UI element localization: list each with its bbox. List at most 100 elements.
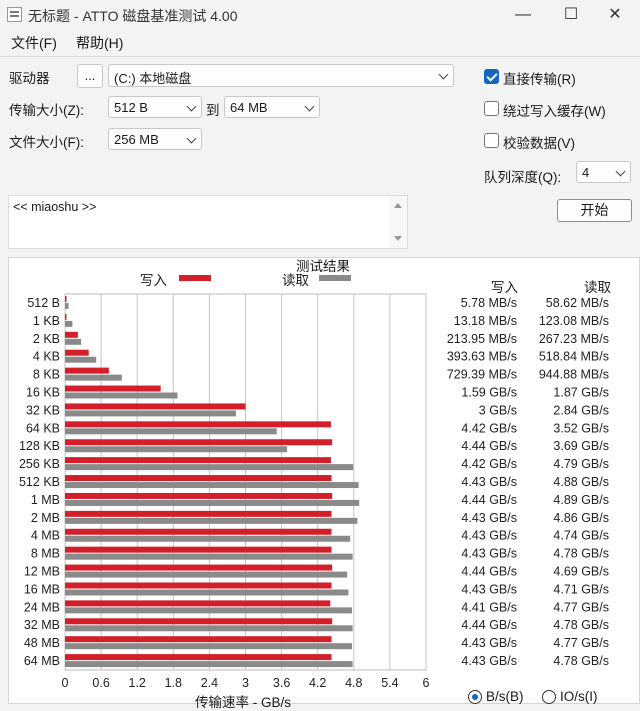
write-bar <box>65 654 332 661</box>
read-bar <box>65 589 349 596</box>
read-result-value: 1.87 GB/s <box>553 385 609 399</box>
read-result-value: 2.84 GB/s <box>553 403 609 417</box>
read-bar <box>65 446 288 453</box>
read-result-value: 3.69 GB/s <box>553 439 609 453</box>
read-result-value: 4.86 GB/s <box>553 511 609 525</box>
transfer-size-to-value: 64 MB <box>230 100 268 115</box>
bypass-cache-label: 绕过写入缓存(W) <box>503 104 606 119</box>
write-bar <box>65 296 67 302</box>
x-tick-label: 6 <box>423 676 430 690</box>
drive-label: 驱动器 <box>9 71 50 86</box>
file-size-label: 文件大小(F): <box>9 135 84 150</box>
chevron-down-icon <box>186 133 197 144</box>
file-size-select[interactable]: 256 MB <box>108 128 202 150</box>
transfer-size-from-value: 512 B <box>114 100 148 115</box>
y-tick-label: 1 MB <box>31 493 60 507</box>
write-result-value: 4.44 GB/s <box>461 493 517 507</box>
browse-button[interactable]: ... <box>77 64 103 88</box>
y-tick-label: 32 MB <box>24 618 60 632</box>
write-bar <box>65 403 246 410</box>
read-bar <box>65 320 73 327</box>
read-bar <box>65 499 360 506</box>
x-tick-label: 1.2 <box>129 676 146 690</box>
write-bar <box>65 546 332 553</box>
read-result-value: 4.69 GB/s <box>553 565 609 579</box>
verify-data-label: 校验数据(V) <box>503 136 575 151</box>
read-result-value: 4.78 GB/s <box>553 618 609 632</box>
verify-data-checkbox[interactable] <box>484 133 499 148</box>
write-bar <box>65 313 67 320</box>
drive-select-value: (C:) 本地磁盘 <box>114 71 192 86</box>
write-result-value: 1.59 GB/s <box>461 385 517 399</box>
write-result-value: 729.39 MB/s <box>447 368 517 382</box>
transfer-size-from-select[interactable]: 512 B <box>108 96 202 118</box>
menu-help[interactable]: 帮助(H) <box>76 33 123 53</box>
write-result-value: 4.43 GB/s <box>461 582 517 596</box>
scroll-up-icon[interactable] <box>394 203 402 208</box>
read-bar <box>65 625 353 632</box>
y-tick-label: 32 KB <box>26 403 60 417</box>
menu-file[interactable]: 文件(F) <box>11 33 57 53</box>
direct-io-checkbox[interactable] <box>484 69 499 84</box>
close-button[interactable]: ✕ <box>592 0 638 30</box>
legend-write-swatch <box>179 275 211 281</box>
write-result-value: 213.95 MB/s <box>447 332 517 346</box>
legend-read-label: 读取 <box>282 273 309 288</box>
read-bar <box>65 571 348 578</box>
write-result-value: 4.44 GB/s <box>461 565 517 579</box>
description-scrollbar[interactable] <box>389 196 407 248</box>
chevron-down-icon <box>438 69 449 80</box>
x-tick-label: 3.6 <box>273 676 290 690</box>
maximize-button[interactable]: ☐ <box>548 0 594 30</box>
y-tick-label: 512 B <box>27 296 60 310</box>
legend-write-label: 写入 <box>140 273 167 288</box>
y-tick-label: 8 KB <box>33 368 60 382</box>
read-bar <box>65 517 358 524</box>
x-tick-label: 2.4 <box>201 676 218 690</box>
queue-depth-select[interactable]: 4 <box>576 161 631 183</box>
menu-bar: 文件(F) 帮助(H) <box>0 30 640 54</box>
bypass-cache-checkbox[interactable] <box>484 101 499 116</box>
read-result-value: 518.84 MB/s <box>539 350 609 364</box>
drive-select[interactable]: (C:) 本地磁盘 <box>108 64 454 87</box>
write-result-value: 4.43 GB/s <box>461 529 517 543</box>
description-box[interactable]: << miaoshu >> <box>8 195 408 249</box>
read-bar <box>65 661 353 668</box>
write-result-value: 5.78 MB/s <box>461 296 517 310</box>
read-result-value: 4.88 GB/s <box>553 475 609 489</box>
write-result-value: 4.44 GB/s <box>461 618 517 632</box>
menu-divider <box>0 56 640 57</box>
transfer-size-to-select[interactable]: 64 MB <box>224 96 320 118</box>
x-tick-label: 5.4 <box>381 676 398 690</box>
y-tick-label: 256 KB <box>19 457 60 471</box>
column-header-write: 写入 <box>491 280 518 295</box>
read-bar <box>65 553 353 560</box>
write-bar <box>65 475 332 482</box>
file-size-value: 256 MB <box>114 132 159 147</box>
y-tick-label: 128 KB <box>19 439 60 453</box>
direct-io-label: 直接传输(R) <box>503 72 576 87</box>
start-button[interactable]: 开始 <box>557 199 632 222</box>
x-tick-label: 1.8 <box>165 676 182 690</box>
y-tick-label: 2 KB <box>33 332 60 346</box>
write-bar <box>65 457 331 464</box>
write-result-value: 4.43 GB/s <box>461 511 517 525</box>
units-ios-radio[interactable] <box>542 690 556 704</box>
read-bar <box>65 338 82 345</box>
y-tick-label: 48 MB <box>24 636 60 650</box>
results-chart: 0 0.6 1.2 1.8 2.4 3 3.6 4.2 4.8 5.4 6 512 B 5.78 MB/… <box>19 293 609 690</box>
write-result-value: 4.43 GB/s <box>461 547 517 561</box>
queue-depth-value: 4 <box>582 165 590 180</box>
units-bs-radio[interactable] <box>468 690 482 704</box>
y-tick-label: 4 MB <box>31 529 60 543</box>
read-result-value: 4.77 GB/s <box>553 636 609 650</box>
read-result-value: 4.78 GB/s <box>553 547 609 561</box>
write-result-value: 4.43 GB/s <box>461 654 517 668</box>
y-tick-label: 8 MB <box>31 547 60 561</box>
scroll-down-icon[interactable] <box>394 236 402 241</box>
minimize-button[interactable]: — <box>500 0 546 30</box>
write-result-value: 393.63 MB/s <box>447 350 517 364</box>
x-tick-label: 4.2 <box>309 676 326 690</box>
write-bar <box>65 564 333 571</box>
write-bar <box>65 331 78 338</box>
